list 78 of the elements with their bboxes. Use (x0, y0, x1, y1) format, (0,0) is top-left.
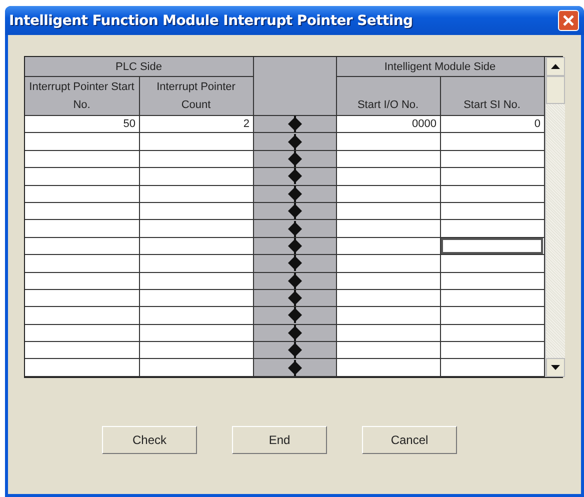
table-cell[interactable] (440, 237, 544, 255)
table-cell[interactable] (440, 150, 544, 168)
column-group-header: Intelligent Module Side (336, 57, 544, 76)
table-cell[interactable] (139, 202, 254, 220)
table-cell[interactable] (139, 237, 254, 255)
table-cell[interactable] (139, 358, 254, 376)
table-cell[interactable] (336, 358, 440, 376)
table-cell[interactable] (440, 132, 544, 150)
table-cell[interactable] (25, 237, 139, 255)
table-cell[interactable] (336, 272, 440, 290)
table-cell[interactable] (25, 202, 139, 220)
table-cell[interactable]: 50 (25, 116, 139, 133)
table-cell[interactable]: 0 (440, 116, 544, 133)
column-group-header: PLC Side (25, 57, 254, 76)
table-cell[interactable] (139, 168, 254, 186)
table-cell[interactable] (440, 289, 544, 307)
table-cell[interactable] (25, 289, 139, 307)
column-header: Start SI No. (440, 76, 544, 116)
table-cell[interactable]: 0000 (336, 116, 440, 133)
table-cell[interactable] (25, 254, 139, 272)
dialog-button[interactable]: Cancel (362, 426, 457, 454)
table-cell[interactable] (440, 358, 544, 376)
column-header: Interrupt Pointer Count (139, 76, 254, 116)
table-cell[interactable] (336, 289, 440, 307)
table-cell[interactable] (440, 342, 544, 359)
scrollbar[interactable] (544, 57, 565, 377)
table-cell[interactable]: 2 (139, 116, 254, 133)
table-cell[interactable] (336, 168, 440, 186)
table-cell[interactable] (25, 358, 139, 376)
table-cell[interactable] (139, 254, 254, 272)
table-cell[interactable] (139, 342, 254, 359)
dialog-button[interactable]: Check (102, 426, 197, 454)
table-cell[interactable] (336, 132, 440, 150)
table-cell[interactable] (336, 220, 440, 238)
table-cell[interactable] (336, 237, 440, 255)
table-cell[interactable] (440, 185, 544, 202)
table-cell[interactable] (336, 254, 440, 272)
table-cell[interactable] (440, 220, 544, 238)
table-cell[interactable] (440, 254, 544, 272)
table-cell[interactable] (25, 168, 139, 186)
table-cell[interactable] (336, 202, 440, 220)
table-cell[interactable] (139, 324, 254, 342)
close-icon (562, 14, 575, 27)
scroll-down-button[interactable] (546, 358, 565, 377)
table-cell[interactable] (25, 185, 139, 202)
table-cell[interactable] (336, 150, 440, 168)
scroll-thumb[interactable] (546, 76, 565, 104)
table-cell[interactable] (440, 202, 544, 220)
table-cell[interactable] (336, 324, 440, 342)
table-cell[interactable] (139, 289, 254, 307)
table-cell[interactable] (440, 168, 544, 186)
scroll-up-button[interactable] (546, 57, 565, 76)
down-triangle-icon (550, 364, 560, 370)
up-triangle-icon (550, 64, 560, 69)
table-cell[interactable] (336, 306, 440, 324)
table-cell[interactable] (25, 342, 139, 359)
table-cell[interactable] (336, 342, 440, 359)
table-cell[interactable] (25, 272, 139, 290)
table-cell[interactable] (25, 132, 139, 150)
table-cell[interactable] (25, 220, 139, 238)
table-cell[interactable] (139, 306, 254, 324)
column-header: Start I/O No. (336, 76, 440, 116)
column-header: Interrupt Pointer Start No. (25, 76, 139, 116)
table-cell[interactable] (139, 220, 254, 238)
table-cell[interactable] (336, 185, 440, 202)
table-cell[interactable] (440, 306, 544, 324)
table-cell[interactable] (139, 185, 254, 202)
table-cell[interactable] (440, 324, 544, 342)
table-cell[interactable] (139, 272, 254, 290)
dialog-button[interactable]: End (232, 426, 327, 454)
table-cell[interactable] (25, 306, 139, 324)
table-cell[interactable] (139, 150, 254, 168)
table-cell[interactable] (440, 272, 544, 290)
close-button[interactable] (558, 10, 579, 31)
table-cell[interactable] (139, 132, 254, 150)
table-cell[interactable] (25, 150, 139, 168)
window-title: Intelligent Function Module Interrupt Pointer Setting (9, 12, 413, 28)
table-cell[interactable] (25, 324, 139, 342)
